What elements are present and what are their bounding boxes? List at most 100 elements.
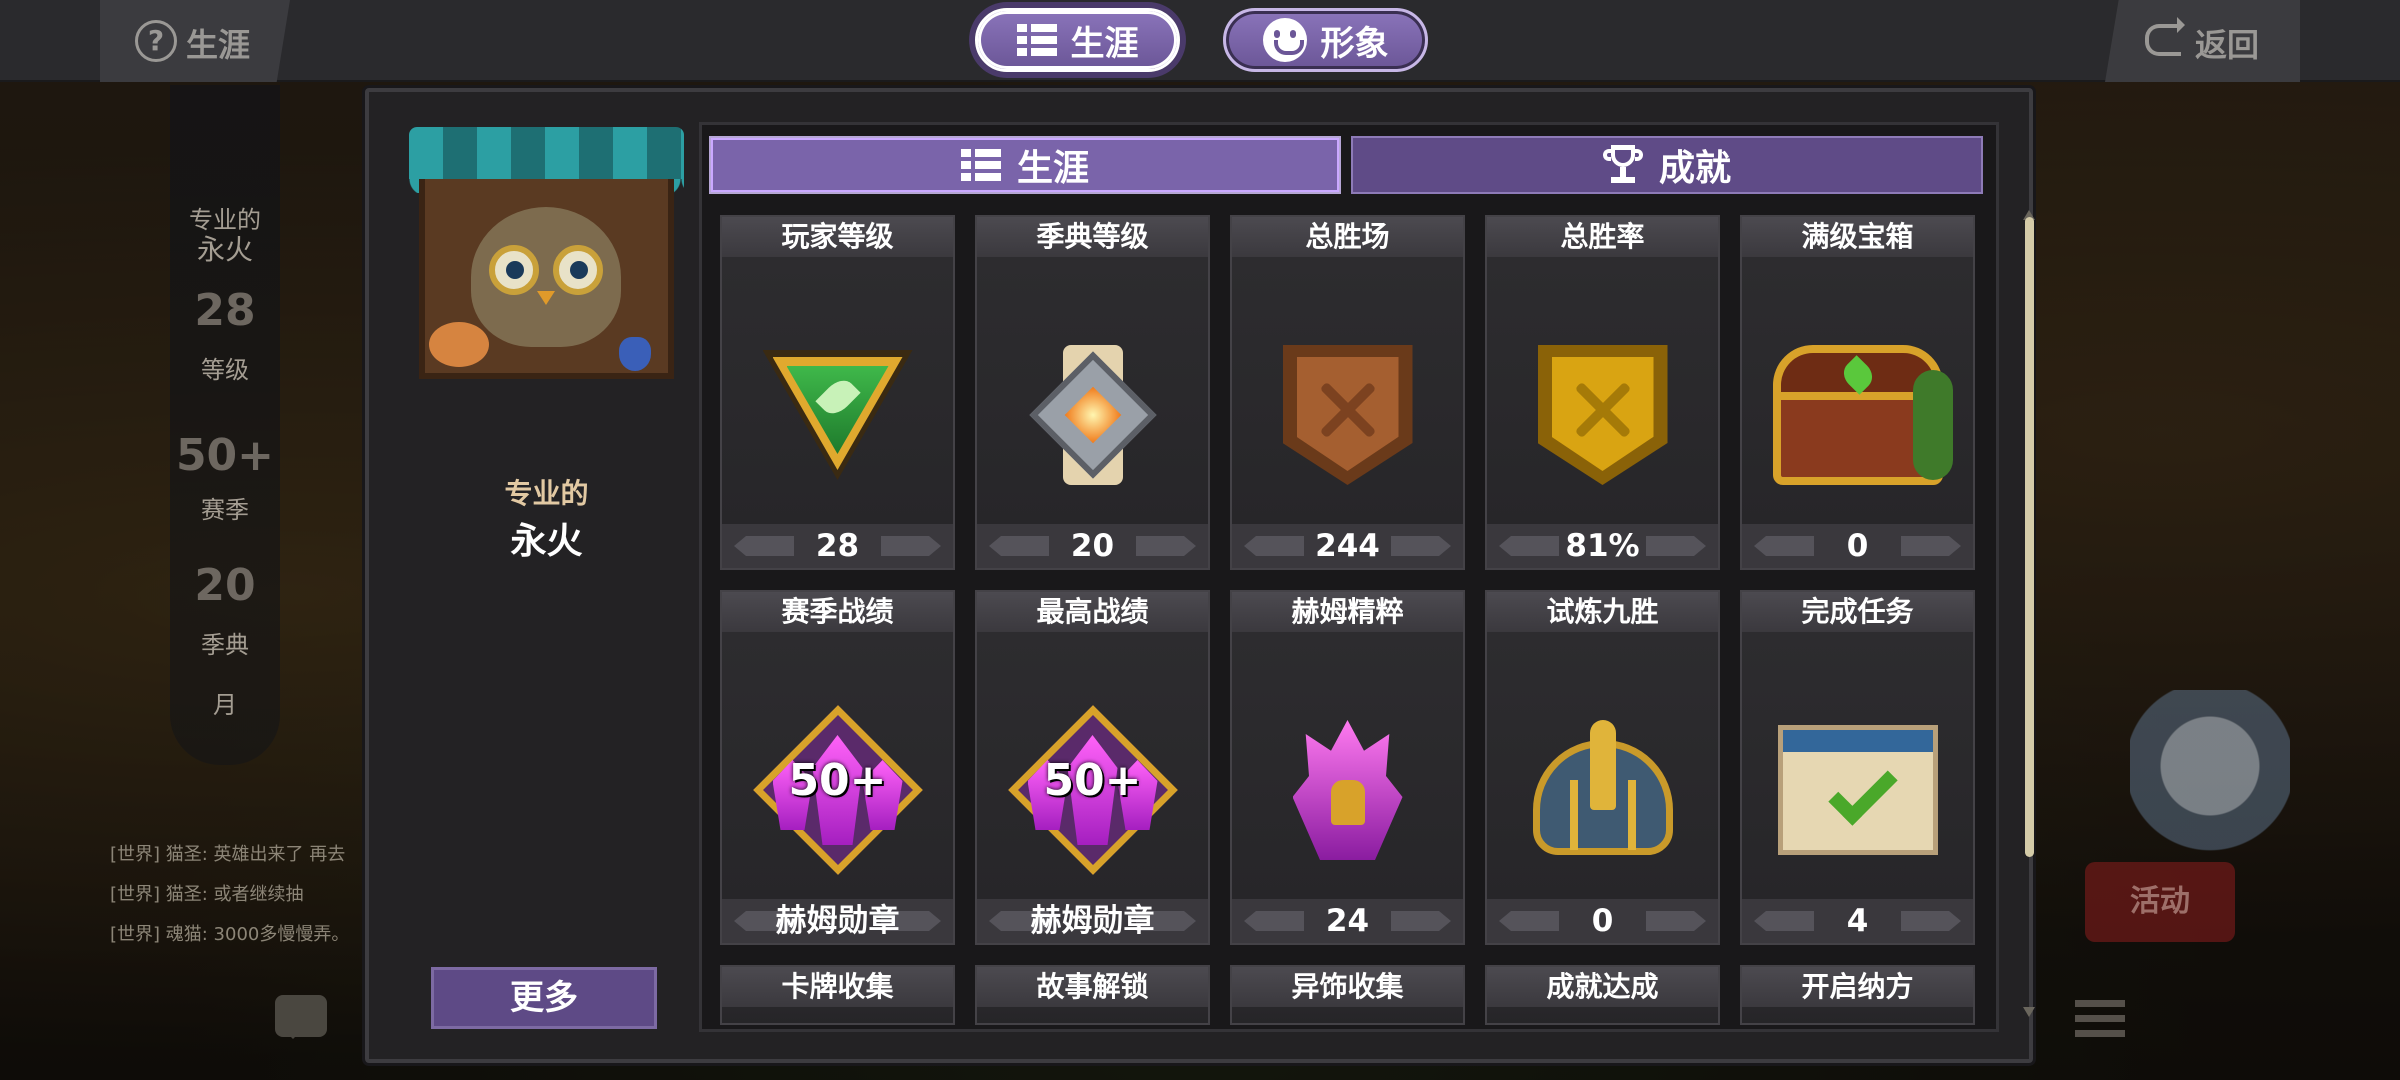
tab-appearance[interactable]: 形象 [1223,8,1428,72]
list-icon [1016,24,1057,56]
stat-card-essence[interactable]: 赫姆精粹 24 [1230,590,1465,945]
stat-value: 0 [1742,524,1973,568]
stat-card-win-rate[interactable]: 总胜率 81% [1485,215,1720,570]
stat-value: 赫姆勋章 [722,899,953,943]
stat-label: 总胜率 [1487,217,1718,257]
stat-value: 20 [977,524,1208,568]
stats-scrollbar[interactable] [2025,217,2034,857]
chat-line: [世界] 猫圣: 英雄出来了 再去 [110,844,346,865]
treasure-chest-icon [1763,340,1953,490]
return-arrow-icon [2145,17,2185,56]
chat-line: [世界] 魂猫: 3000多慢慢弄。 [110,924,350,945]
career-panel: 专业的 永火 更多 生涯 成就 玩家等级 28 季典等级 20 总胜场 244 … [365,88,2035,1063]
eye [489,245,539,295]
stat-card-season-record[interactable]: 赛季战绩 50+ 赫姆勋章 [720,590,955,945]
stat-label: 玩家等级 [722,217,953,257]
player-avatar-portrait[interactable] [409,127,684,397]
top-bar: ? 生涯 生涯 形象 返回 [0,0,2400,82]
beak [537,291,555,314]
stat-card-open-nafang[interactable]: 开启纳方 [1740,965,1975,1025]
stat-label: 开启纳方 [1742,967,1973,1007]
stat-label: 赛季战绩 [722,592,953,632]
subtab-label: 生涯 [1016,148,1089,189]
stat-label: 季典等级 [977,217,1208,257]
stat-card-achievements-reached[interactable]: 成就达成 [1485,965,1720,1025]
smile-icon [1262,18,1307,62]
stat-card-quests-completed[interactable]: 完成任务 4 [1740,590,1975,945]
back-button[interactable]: 返回 [2105,0,2300,82]
stat-label: 赫姆精粹 [1232,592,1463,632]
stat-label: 最高战绩 [977,592,1208,632]
piggy-bank-icon [429,322,489,367]
player-title: 专业的 [504,477,589,510]
stat-value: 244 [1232,524,1463,568]
stat-card-story-unlock[interactable]: 故事解锁 [975,965,1210,1025]
scroll-diamond-emblem-icon [1028,345,1157,485]
stat-card-trial-nine-wins[interactable]: 试炼九胜 0 [1485,590,1720,945]
chat-line: [世界] 猫圣: 或者继续抽 [110,884,304,905]
stat-card-total-wins[interactable]: 总胜场 244 [1230,215,1465,570]
stat-value: 28 [722,524,953,568]
golden-helmet-icon [1528,720,1678,860]
stat-label: 异饰收集 [1232,967,1463,1007]
crystal-medal-icon: 50+ [1007,705,1178,875]
chat-bubble-icon [275,995,327,1039]
bg-label: 等级 [201,356,249,384]
subtab-label: 成就 [1658,148,1731,189]
bg-label: 20 [194,560,256,611]
stat-value: 81% [1487,524,1718,568]
bg-label: 季典 [201,631,249,659]
tab-label: 形象 [1320,23,1389,64]
stat-card-pass-level[interactable]: 季典等级 20 [975,215,1210,570]
tab-career[interactable]: 生涯 [975,8,1180,72]
bg-label: 赛季 [201,496,249,524]
stat-card-player-level[interactable]: 玩家等级 28 [720,215,955,570]
eye [553,245,603,295]
stat-label: 满级宝箱 [1742,217,1973,257]
top-left-title: 生涯 [186,26,251,64]
list-icon [960,149,1001,181]
tab-label: 生涯 [1070,23,1139,64]
stat-card-best-record[interactable]: 最高战绩 50+ 赫姆勋章 [975,590,1210,945]
gold-shield-swords-icon [1537,345,1668,485]
stat-label: 试炼九胜 [1487,592,1718,632]
help-circle-icon: ? [135,20,177,62]
back-label: 返回 [2195,26,2260,64]
green-triangle-emblem-icon [762,350,913,480]
stat-value: 0 [1487,899,1718,943]
bg-label: 50+ [175,430,275,481]
medal-badge-text: 50+ [1043,755,1142,806]
bg-label: 月 [213,691,237,719]
stat-card-ornament-collection[interactable]: 异饰收集 [1230,965,1465,1025]
trophy-icon [1602,145,1643,185]
background-side-panel: 专业的 永火 28 等级 50+ 赛季 20 季典 月 [170,85,280,765]
activity-button: 活动 [2085,862,2235,942]
bird-character-image [2130,690,2290,880]
stat-label: 总胜场 [1232,217,1463,257]
awning-decoration [409,127,684,193]
stat-label: 完成任务 [1742,592,1973,632]
menu-icon [2075,1000,2125,1040]
bg-label: 永火 [196,233,253,266]
crystal-medal-icon: 50+ [752,705,923,875]
player-name: 永火 [510,521,583,562]
bg-label: 28 [194,285,256,336]
career-help-button[interactable]: ? 生涯 [100,0,290,82]
subtab-achievements[interactable]: 成就 [1351,136,1983,194]
stat-label: 成就达成 [1487,967,1718,1007]
stat-label: 卡牌收集 [722,967,953,1007]
purple-crystal-essence-icon [1292,720,1403,860]
subtab-career[interactable]: 生涯 [709,136,1341,194]
stat-value: 4 [1742,899,1973,943]
ink-pot-icon [619,337,651,371]
stats-content: 生涯 成就 玩家等级 28 季典等级 20 总胜场 244 总胜率 81% 满级… [699,122,1999,1032]
stat-card-max-chest[interactable]: 满级宝箱 0 [1740,215,1975,570]
owl-merchant-avatar [471,207,621,347]
world-chat-log: [世界] 猫圣: 英雄出来了 再去 [世界] 猫圣: 或者继续抽 [世界] 魂猫… [110,835,370,955]
stat-value: 赫姆勋章 [977,899,1208,943]
scroll-down-arrow-icon [2023,1007,2035,1017]
stat-label: 故事解锁 [977,967,1208,1007]
stat-card-card-collection[interactable]: 卡牌收集 [720,965,955,1025]
more-button[interactable]: 更多 [431,967,657,1029]
checked-scroll-icon [1777,725,1938,855]
